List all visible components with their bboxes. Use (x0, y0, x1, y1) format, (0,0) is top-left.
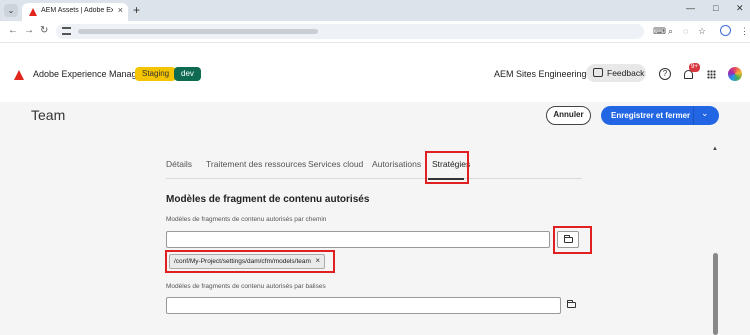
site-info-icon[interactable] (62, 27, 71, 35)
scroll-up-icon[interactable]: ▲ (712, 146, 718, 152)
feedback-icon (593, 68, 603, 77)
notification-count-badge: 9+ (689, 63, 700, 72)
translate-icon[interactable]: ⌨ (653, 26, 666, 37)
feedback-button[interactable]: Feedback (586, 64, 646, 82)
highlight-browse-button (553, 226, 592, 254)
browser-tab-title: AEM Assets | Adobe Experience (41, 7, 113, 14)
tab-asset-processing[interactable]: Traitement des ressources (206, 159, 306, 169)
new-tab-button[interactable]: + (133, 3, 140, 17)
reload-icon[interactable]: ↻ (40, 25, 48, 36)
minimize-window-icon[interactable]: — (686, 3, 695, 13)
scrollbar-thumb[interactable] (713, 253, 718, 335)
tags-field-input[interactable] (166, 297, 561, 314)
tab-search-button[interactable]: ⌄ (4, 4, 18, 17)
browser-toolbar: ← → ↻ ⌨ ⌕ ◌ ☆ ⋮ (0, 21, 750, 42)
close-window-icon[interactable]: ✕ (736, 3, 744, 14)
eye-off-icon[interactable]: ◌ (683, 26, 688, 36)
org-switcher[interactable]: AEM Sites Engineering (494, 69, 587, 79)
help-icon[interactable]: ? (659, 68, 671, 80)
properties-tabs: Détails Traitement des ressources Servic… (166, 157, 582, 180)
maximize-window-icon[interactable]: □ (713, 3, 718, 13)
adobe-logo-icon[interactable] (14, 70, 24, 80)
path-field-label: Modèles de fragments de contenu autorisé… (166, 216, 327, 223)
close-tab-icon[interactable]: × (118, 5, 123, 15)
adobe-favicon-icon (29, 8, 37, 16)
env-badge-staging: Staging (135, 67, 177, 81)
cancel-button[interactable]: Annuler (546, 106, 591, 125)
address-url-blurred (78, 29, 318, 34)
avatar[interactable] (728, 67, 742, 81)
product-name[interactable]: Adobe Experience Manager (33, 69, 145, 79)
profile-icon[interactable] (720, 25, 731, 36)
back-icon[interactable]: ← (8, 25, 18, 36)
browser-tab-strip: ⌄ AEM Assets | Adobe Experience × + — □ … (0, 0, 750, 21)
env-badge-dev: dev (174, 67, 201, 81)
path-field-input[interactable] (166, 231, 550, 248)
browse-tags-button[interactable] (561, 297, 583, 314)
aem-shell-header: Adobe Experience Manager Staging dev AEM… (0, 42, 750, 102)
save-and-close-button[interactable]: Enregistrer et fermer ⌄ (601, 106, 719, 125)
page-title: Team (31, 107, 66, 123)
apps-grid-icon[interactable] (707, 70, 716, 79)
tab-cloud-services[interactable]: Services cloud (308, 159, 363, 169)
section-title: Modèles de fragment de contenu autorisés (166, 194, 370, 205)
highlight-path-chip (165, 250, 335, 273)
feedback-label: Feedback (607, 68, 645, 78)
save-and-close-label: Enregistrer et fermer (611, 111, 691, 120)
save-divider (693, 106, 694, 125)
tab-permissions[interactable]: Autorisations (372, 159, 421, 169)
scrollbar[interactable]: ▲ (709, 146, 721, 335)
folder-icon (567, 300, 576, 308)
browser-tab[interactable]: AEM Assets | Adobe Experience × (22, 3, 128, 21)
tab-details[interactable]: Détails (166, 159, 192, 169)
folder-properties-page: Team Annuler Enregistrer et fermer ⌄ Dét… (0, 102, 750, 335)
star-icon[interactable]: ☆ (698, 26, 706, 37)
highlight-policies-tab (425, 151, 469, 184)
forward-icon[interactable]: → (24, 25, 34, 36)
tags-field-label: Modèles de fragments de contenu autorisé… (166, 283, 326, 290)
menu-icon[interactable]: ⋮ (740, 26, 749, 37)
chevron-down-icon[interactable]: ⌄ (701, 108, 709, 119)
address-bar[interactable] (56, 24, 644, 39)
zoom-icon[interactable]: ⌕ (668, 26, 673, 37)
